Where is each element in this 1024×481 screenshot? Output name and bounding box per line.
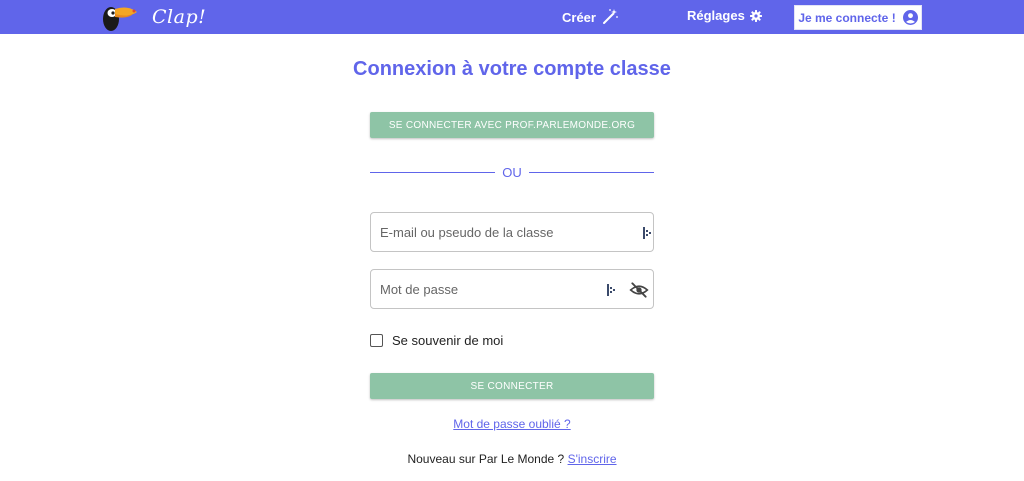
logo[interactable]: Clap! [100,2,206,32]
user-circle-icon [902,10,918,25]
divider-text: OU [502,164,522,180]
password-manager-icon[interactable] [607,284,615,296]
divider-line-left [370,171,496,173]
nav-create-label: Créer [562,9,596,25]
email-input[interactable] [380,213,610,251]
signup-link[interactable]: S'inscrire [568,452,617,466]
remember-me-checkbox[interactable] [370,334,383,347]
magic-wand-icon [602,9,618,24]
gear-icon [749,9,762,22]
password-input[interactable] [380,270,610,308]
signup-row: Nouveau sur Par Le Monde ? S'inscrire [0,452,1024,466]
page-title: Connexion à votre compte classe [353,58,671,80]
toucan-logo-icon [103,7,137,31]
signup-text: Nouveau sur Par Le Monde ? [407,452,565,466]
top-navbar: Clap! Créer Réglages Je me connecte ! [0,0,1024,34]
email-field[interactable] [370,212,654,252]
or-divider: OU [370,164,654,180]
eye-off-icon[interactable] [629,280,649,300]
divider-line-right [528,171,654,173]
nav-settings-link[interactable]: Réglages [687,8,762,23]
forgot-password-row: Mot de passe oublié ? [0,417,1024,431]
login-button-label: Je me connecte ! [798,10,896,25]
login-button[interactable]: Je me connecte ! [794,5,922,30]
forgot-password-link[interactable]: Mot de passe oublié ? [453,417,570,431]
remember-me-label: Se souvenir de moi [392,333,504,348]
submit-login-button[interactable]: SE CONNECTER [370,373,654,399]
remember-me-option[interactable]: Se souvenir de moi [370,333,503,348]
nav-create-link[interactable]: Créer [562,8,619,26]
password-field[interactable] [370,269,654,309]
nav-settings-label: Réglages [687,8,745,23]
logo-text: Clap! [152,6,207,28]
sso-login-button[interactable]: SE CONNECTER AVEC PROF.PARLEMONDE.ORG [370,112,654,138]
password-manager-icon[interactable] [643,227,651,239]
